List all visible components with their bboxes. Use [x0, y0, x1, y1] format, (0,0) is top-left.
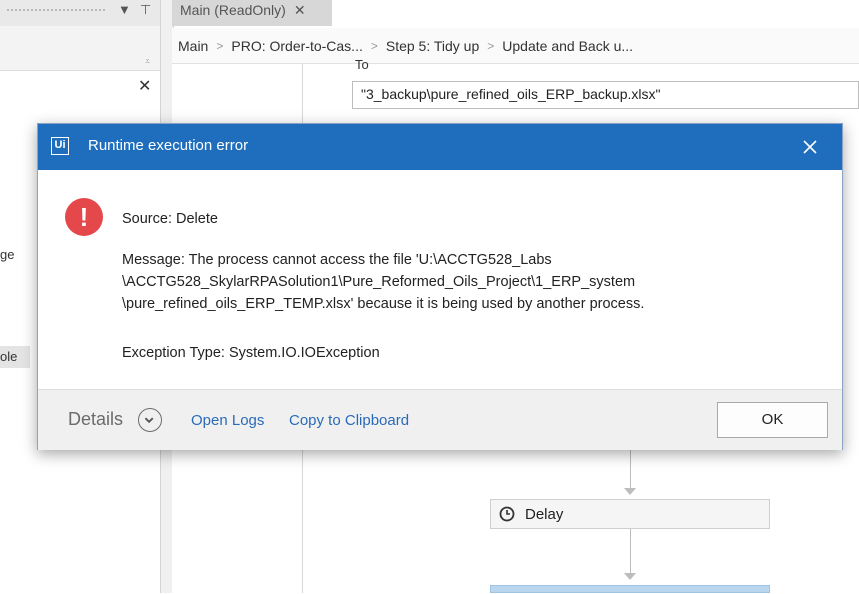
- error-message-line: \ACCTG528_SkylarRPASolution1\Pure_Reform…: [122, 274, 636, 290]
- pin-icon[interactable]: ⊤: [140, 2, 151, 18]
- left-panel-header: ▼ ⊤: [0, 0, 160, 26]
- flow-arrow-icon: [624, 488, 636, 495]
- error-message: Message: The process cannot access the f…: [122, 249, 822, 315]
- breadcrumb-item-order-to-cash[interactable]: PRO: Order-to-Cas...: [231, 38, 362, 54]
- breadcrumb-item-update-backup[interactable]: Update and Back u...: [502, 38, 633, 54]
- panel-close-icon[interactable]: ✕: [138, 76, 151, 96]
- breadcrumb-item-main[interactable]: Main: [178, 38, 208, 54]
- tab-close-icon[interactable]: ✕: [294, 2, 306, 18]
- error-message-line: \pure_refined_oils_ERP_TEMP.xlsx' becaus…: [122, 296, 645, 312]
- flow-connector: [630, 450, 631, 490]
- details-label[interactable]: Details: [68, 409, 123, 430]
- dialog-footer: Details Open Logs Copy to Clipboard OK: [38, 389, 842, 450]
- panel-item-label: ole: [0, 349, 18, 364]
- backup-path-field[interactable]: "3_backup\pure_refined_oils_ERP_backup.x…: [352, 81, 859, 109]
- breadcrumb: Main > PRO: Order-to-Cas... > Step 5: Ti…: [172, 28, 859, 64]
- panel-collapse-icon[interactable]: ⩡: [145, 56, 150, 67]
- runtime-error-dialog: Ui Runtime execution error ! Source: Del…: [37, 123, 843, 450]
- error-message-line: Message: The process cannot access the f…: [122, 252, 552, 268]
- close-icon[interactable]: [796, 133, 824, 161]
- uipath-logo-icon: Ui: [51, 137, 69, 155]
- error-source: Source: Delete: [122, 211, 218, 227]
- panel-item-label: ge: [0, 247, 15, 262]
- open-logs-link[interactable]: Open Logs: [191, 412, 264, 429]
- clock-icon: [499, 506, 515, 522]
- activity-label: Delay: [525, 505, 564, 523]
- to-property-label: To: [355, 57, 369, 72]
- error-icon: !: [65, 198, 103, 236]
- breadcrumb-item-tidy-up[interactable]: Step 5: Tidy up: [386, 38, 479, 54]
- dialog-title: Runtime execution error: [88, 137, 249, 154]
- copy-to-clipboard-link[interactable]: Copy to Clipboard: [289, 412, 409, 429]
- panel-grip[interactable]: [6, 8, 106, 11]
- dialog-title-bar[interactable]: Ui Runtime execution error: [38, 124, 842, 170]
- panel-dropdown-icon[interactable]: ▼: [118, 2, 131, 17]
- chevron-right-icon: >: [216, 38, 224, 53]
- tab-title: Main (ReadOnly): [180, 2, 286, 18]
- chevron-down-icon[interactable]: [138, 408, 162, 432]
- tab-main-readonly[interactable]: Main (ReadOnly) ✕: [172, 0, 332, 26]
- flow-connector: [630, 529, 631, 573]
- flow-arrow-icon: [624, 573, 636, 580]
- chevron-right-icon: >: [370, 38, 378, 53]
- chevron-right-icon: >: [487, 38, 495, 53]
- delay-activity[interactable]: Delay: [490, 499, 770, 529]
- ok-button[interactable]: OK: [717, 402, 828, 438]
- next-activity[interactable]: [490, 585, 770, 593]
- exception-type: Exception Type: System.IO.IOException: [122, 345, 380, 361]
